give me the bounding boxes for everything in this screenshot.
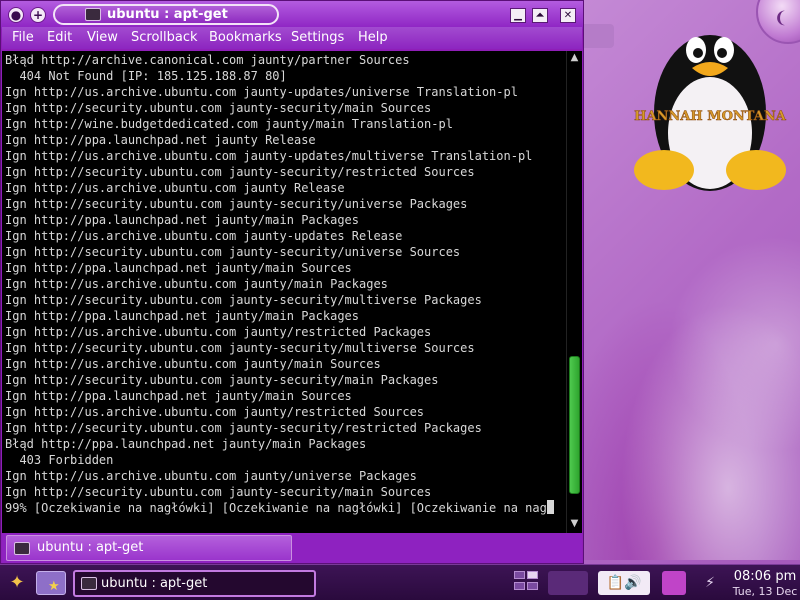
menu-edit[interactable]: Edit bbox=[47, 29, 72, 47]
menubar: File Edit View Scrollback Bookmarks Sett… bbox=[2, 27, 582, 49]
terminal-line: Ign http://security.ubuntu.com jaunty-se… bbox=[5, 293, 482, 307]
scroll-down-arrow-icon[interactable]: ▼ bbox=[567, 517, 582, 531]
terminal-window[interactable]: ● + ubuntu : apt-get ▁ ⏶ ✕ File Edit Vie… bbox=[0, 0, 584, 564]
pager-preview[interactable] bbox=[548, 571, 588, 595]
terminal-line: Ign http://ppa.launchpad.net jaunty/main… bbox=[5, 309, 360, 323]
scroll-up-arrow-icon[interactable]: ▲ bbox=[567, 51, 582, 65]
terminal-lines: Błąd http://archive.canonical.com jaunty… bbox=[5, 52, 554, 516]
session-tab[interactable]: ubuntu : apt-get bbox=[6, 535, 292, 561]
terminal-icon bbox=[14, 542, 30, 555]
session-tab-label: ubuntu : apt-get bbox=[37, 540, 144, 555]
close-button[interactable]: ✕ bbox=[560, 8, 576, 23]
menu-settings[interactable]: Settings bbox=[291, 29, 344, 47]
clock-time[interactable]: 08:06 pm bbox=[732, 569, 798, 584]
menu-scrollback[interactable]: Scrollback bbox=[131, 29, 198, 47]
maximize-button[interactable]: ⏶ bbox=[532, 8, 548, 23]
terminal-line: Ign http://us.archive.ubuntu.com jaunty/… bbox=[5, 277, 388, 291]
logo-text: HANNAH MONTANA bbox=[634, 109, 787, 124]
taskbar-task-button[interactable]: ubuntu : apt-get bbox=[73, 570, 316, 597]
clipboard-icon[interactable]: 📋 bbox=[607, 575, 624, 591]
sticky-button[interactable]: + bbox=[30, 7, 46, 23]
menu-help[interactable]: Help bbox=[358, 29, 388, 47]
window-title-pill: ubuntu : apt-get bbox=[53, 4, 279, 25]
terminal-line: 403 Forbidden bbox=[5, 453, 114, 467]
terminal-line: Ign http://ppa.launchpad.net jaunty/main… bbox=[5, 213, 360, 227]
pager-desktop-4[interactable] bbox=[527, 582, 538, 590]
terminal-line: Ign http://us.archive.ubuntu.com jaunty-… bbox=[5, 149, 533, 163]
device-notifier-icon[interactable] bbox=[662, 571, 686, 595]
star-icon: ★ bbox=[48, 579, 60, 594]
terminal-output[interactable]: Błąd http://archive.canonical.com jaunty… bbox=[2, 51, 566, 533]
menu-view[interactable]: View bbox=[87, 29, 118, 47]
tux-penguin-image: HANNAH MONTANA bbox=[634, 35, 787, 191]
terminal-icon bbox=[85, 8, 101, 21]
terminal-line: 404 Not Found [IP: 185.125.188.87 80] bbox=[5, 69, 287, 83]
terminal-line: Ign http://ppa.launchpad.net jaunty/main… bbox=[5, 389, 352, 403]
terminal-line: Ign http://security.ubuntu.com jaunty-se… bbox=[5, 341, 475, 355]
menu-file[interactable]: File bbox=[12, 29, 34, 47]
terminal-line: Ign http://ppa.launchpad.net jaunty/main… bbox=[5, 261, 352, 275]
start-menu-button[interactable]: ✦ bbox=[2, 569, 32, 597]
terminal-line: Ign http://wine.budgetdedicated.com jaun… bbox=[5, 117, 453, 131]
terminal-line: Ign http://us.archive.ubuntu.com jaunty/… bbox=[5, 325, 432, 339]
terminal-line: Ign http://us.archive.ubuntu.com jaunty/… bbox=[5, 405, 425, 419]
window-title: ubuntu : apt-get bbox=[107, 7, 228, 22]
terminal-line: Ign http://security.ubuntu.com jaunty-se… bbox=[5, 373, 439, 387]
terminal-line: Ign http://ppa.launchpad.net jaunty Rele… bbox=[5, 133, 316, 147]
network-icon[interactable]: ⚡ bbox=[696, 571, 724, 595]
system-tray: 📋🔊 bbox=[598, 571, 650, 595]
volume-icon[interactable]: 🔊 bbox=[624, 575, 641, 591]
terminal-line: Ign http://security.ubuntu.com jaunty-se… bbox=[5, 197, 468, 211]
pager-desktop-1[interactable] bbox=[514, 571, 525, 579]
menu-bookmarks[interactable]: Bookmarks bbox=[209, 29, 282, 47]
scrollbar-thumb[interactable] bbox=[569, 355, 580, 494]
terminal-line: Ign http://us.archive.ubuntu.com jaunty/… bbox=[5, 469, 417, 483]
pager-desktop-3[interactable] bbox=[514, 582, 525, 590]
desktop-wallpaper-swirl bbox=[560, 200, 800, 560]
terminal-icon bbox=[81, 577, 97, 590]
terminal-line: Ign http://security.ubuntu.com jaunty-se… bbox=[5, 421, 482, 435]
window-menu-button[interactable]: ● bbox=[8, 7, 24, 23]
terminal-line: Ign http://us.archive.ubuntu.com jaunty/… bbox=[5, 357, 381, 371]
progress-status: 99% [Oczekiwanie na nagłówki] [Oczekiwan… bbox=[5, 501, 547, 515]
clock-date[interactable]: Tue, 13 Dec bbox=[730, 585, 800, 598]
terminal-line: Ign http://security.ubuntu.com jaunty-se… bbox=[5, 165, 475, 179]
pager-desktop-2[interactable] bbox=[527, 571, 538, 579]
terminal-line: Ign http://security.ubuntu.com jaunty-se… bbox=[5, 101, 432, 115]
terminal-line: Błąd http://ppa.launchpad.net jaunty/mai… bbox=[5, 437, 367, 451]
terminal-line: Ign http://us.archive.ubuntu.com jaunty-… bbox=[5, 229, 403, 243]
terminal-line: Ign http://us.archive.ubuntu.com jaunty … bbox=[5, 181, 345, 195]
terminal-prompt-line: 99% [Oczekiwanie na nagłówki] [Oczekiwan… bbox=[5, 500, 554, 516]
terminal-scrollbar[interactable]: ▲ ▼ bbox=[566, 51, 582, 533]
session-tabbar: ubuntu : apt-get bbox=[2, 533, 582, 563]
terminal-line: Ign http://us.archive.ubuntu.com jaunty-… bbox=[5, 85, 518, 99]
window-titlebar[interactable]: ● + ubuntu : apt-get ▁ ⏶ ✕ bbox=[1, 1, 583, 29]
taskbar: ✦ ★ ubuntu : apt-get 📋🔊 ⚡ 08:06 pm Tue, … bbox=[0, 564, 800, 600]
minimize-button[interactable]: ▁ bbox=[510, 8, 526, 23]
home-folder-launcher[interactable]: ★ bbox=[36, 571, 66, 595]
terminal-cursor bbox=[546, 500, 554, 514]
desktop-side-tab bbox=[584, 24, 614, 48]
hannah-montana-logo: HANNAH MONTANA bbox=[634, 109, 787, 125]
terminal-line: Błąd http://archive.canonical.com jaunty… bbox=[5, 53, 410, 67]
desktop-pager[interactable] bbox=[514, 571, 540, 593]
terminal-line: Ign http://security.ubuntu.com jaunty-se… bbox=[5, 485, 432, 499]
taskbar-task-label: ubuntu : apt-get bbox=[101, 576, 208, 591]
terminal-line: Ign http://security.ubuntu.com jaunty-se… bbox=[5, 245, 461, 259]
